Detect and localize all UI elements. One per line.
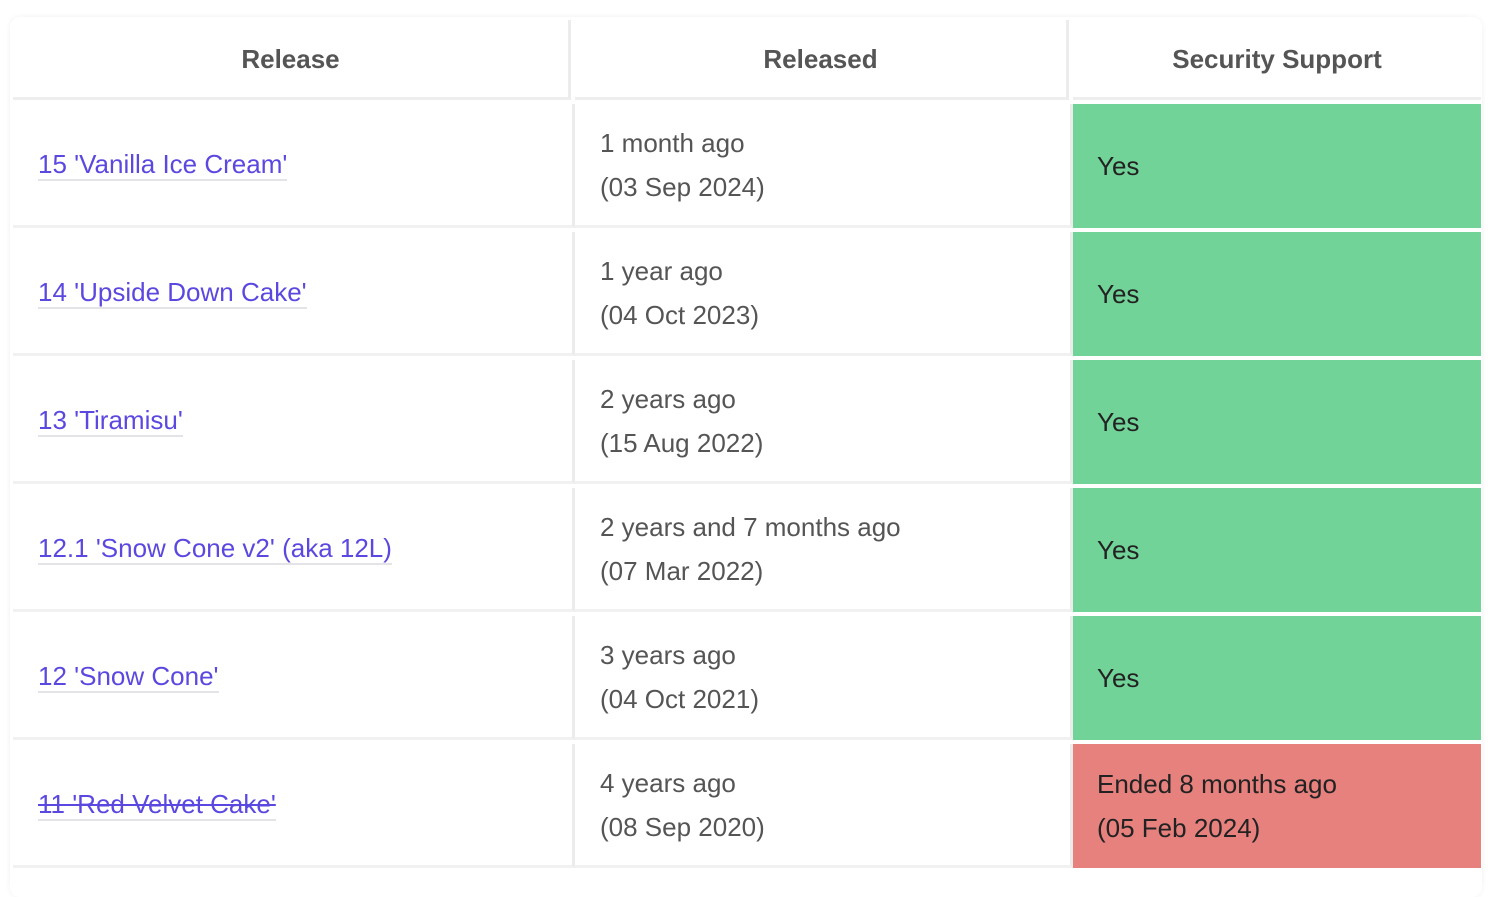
release-cell: 15 'Vanilla Ice Cream' bbox=[13, 104, 575, 228]
support-cell: Yes bbox=[1073, 360, 1481, 484]
released-cell: 1 month ago (03 Sep 2024) bbox=[575, 104, 1073, 228]
header-released: Released bbox=[575, 20, 1069, 100]
released-date: (15 Aug 2022) bbox=[600, 427, 764, 458]
support-cell: Yes bbox=[1073, 232, 1481, 356]
released-cell: 2 years ago (15 Aug 2022) bbox=[575, 360, 1073, 484]
release-cell: 11 'Red Velvet Cake' bbox=[13, 744, 575, 868]
released-date: (03 Sep 2024) bbox=[600, 171, 765, 202]
release-link[interactable]: 11 'Red Velvet Cake' bbox=[38, 789, 276, 821]
support-end-date: (05 Feb 2024) bbox=[1097, 813, 1261, 843]
released-cell: 3 years ago (04 Oct 2021) bbox=[575, 616, 1073, 740]
support-cell: Yes bbox=[1073, 488, 1481, 612]
released-rel: 2 years ago bbox=[600, 383, 736, 414]
table-grid: Release Released Security Support 15 'Va… bbox=[13, 20, 1481, 868]
header-release: Release bbox=[13, 20, 571, 100]
release-cell: 12.1 'Snow Cone v2' (aka 12L) bbox=[13, 488, 575, 612]
released-rel: 1 year ago bbox=[600, 255, 723, 286]
header-security-support: Security Support bbox=[1073, 20, 1481, 100]
support-cell: Yes bbox=[1073, 104, 1481, 228]
support-status: Yes bbox=[1097, 663, 1140, 693]
released-rel: 2 years and 7 months ago bbox=[600, 511, 901, 542]
released-date: (04 Oct 2023) bbox=[600, 299, 759, 330]
released-rel: 3 years ago bbox=[600, 639, 736, 670]
release-link[interactable]: 12 'Snow Cone' bbox=[38, 661, 219, 693]
release-link[interactable]: 12.1 'Snow Cone v2' (aka 12L) bbox=[38, 533, 392, 565]
release-link[interactable]: 15 'Vanilla Ice Cream' bbox=[38, 149, 288, 181]
support-status: Yes bbox=[1097, 535, 1140, 565]
support-status: Yes bbox=[1097, 279, 1140, 309]
released-cell: 2 years and 7 months ago (07 Mar 2022) bbox=[575, 488, 1073, 612]
released-rel: 4 years ago bbox=[600, 767, 736, 798]
released-date: (04 Oct 2021) bbox=[600, 683, 759, 714]
release-cell: 13 'Tiramisu' bbox=[13, 360, 575, 484]
release-cell: 14 'Upside Down Cake' bbox=[13, 232, 575, 356]
support-status: Ended 8 months ago bbox=[1097, 769, 1337, 799]
support-status: Yes bbox=[1097, 407, 1140, 437]
release-link[interactable]: 14 'Upside Down Cake' bbox=[38, 277, 307, 309]
support-cell: Ended 8 months ago (05 Feb 2024) bbox=[1073, 744, 1481, 868]
release-link[interactable]: 13 'Tiramisu' bbox=[38, 405, 183, 437]
released-date: (07 Mar 2022) bbox=[600, 555, 764, 586]
released-cell: 4 years ago (08 Sep 2020) bbox=[575, 744, 1073, 868]
release-cell: 12 'Snow Cone' bbox=[13, 616, 575, 740]
release-table: Release Released Security Support 15 'Va… bbox=[10, 17, 1482, 897]
released-rel: 1 month ago bbox=[600, 127, 745, 158]
support-cell: Yes bbox=[1073, 616, 1481, 740]
support-status: Yes bbox=[1097, 151, 1140, 181]
released-cell: 1 year ago (04 Oct 2023) bbox=[575, 232, 1073, 356]
released-date: (08 Sep 2020) bbox=[600, 811, 765, 842]
